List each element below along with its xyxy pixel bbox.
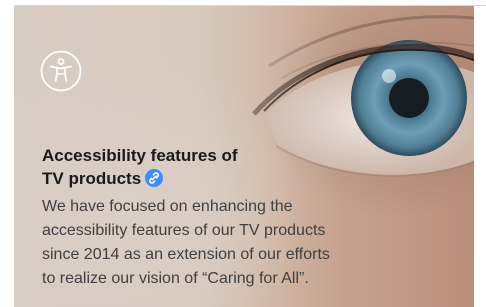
feature-content: Accessibility features of TV products We…: [40, 50, 372, 291]
accessibility-person-icon: [40, 50, 82, 92]
feature-description: We have focused on enhancing the accessi…: [42, 198, 330, 287]
feature-title-text[interactable]: TV products: [42, 169, 141, 188]
accessibility-feature-card: Accessibility features of TV products We…: [14, 6, 474, 307]
feature-title-line-1: Accessibility features of: [42, 146, 238, 165]
feature-title: Accessibility features of TV products: [42, 144, 372, 190]
link-icon[interactable]: [145, 169, 164, 187]
feature-title-line-2: TV products: [42, 167, 372, 190]
